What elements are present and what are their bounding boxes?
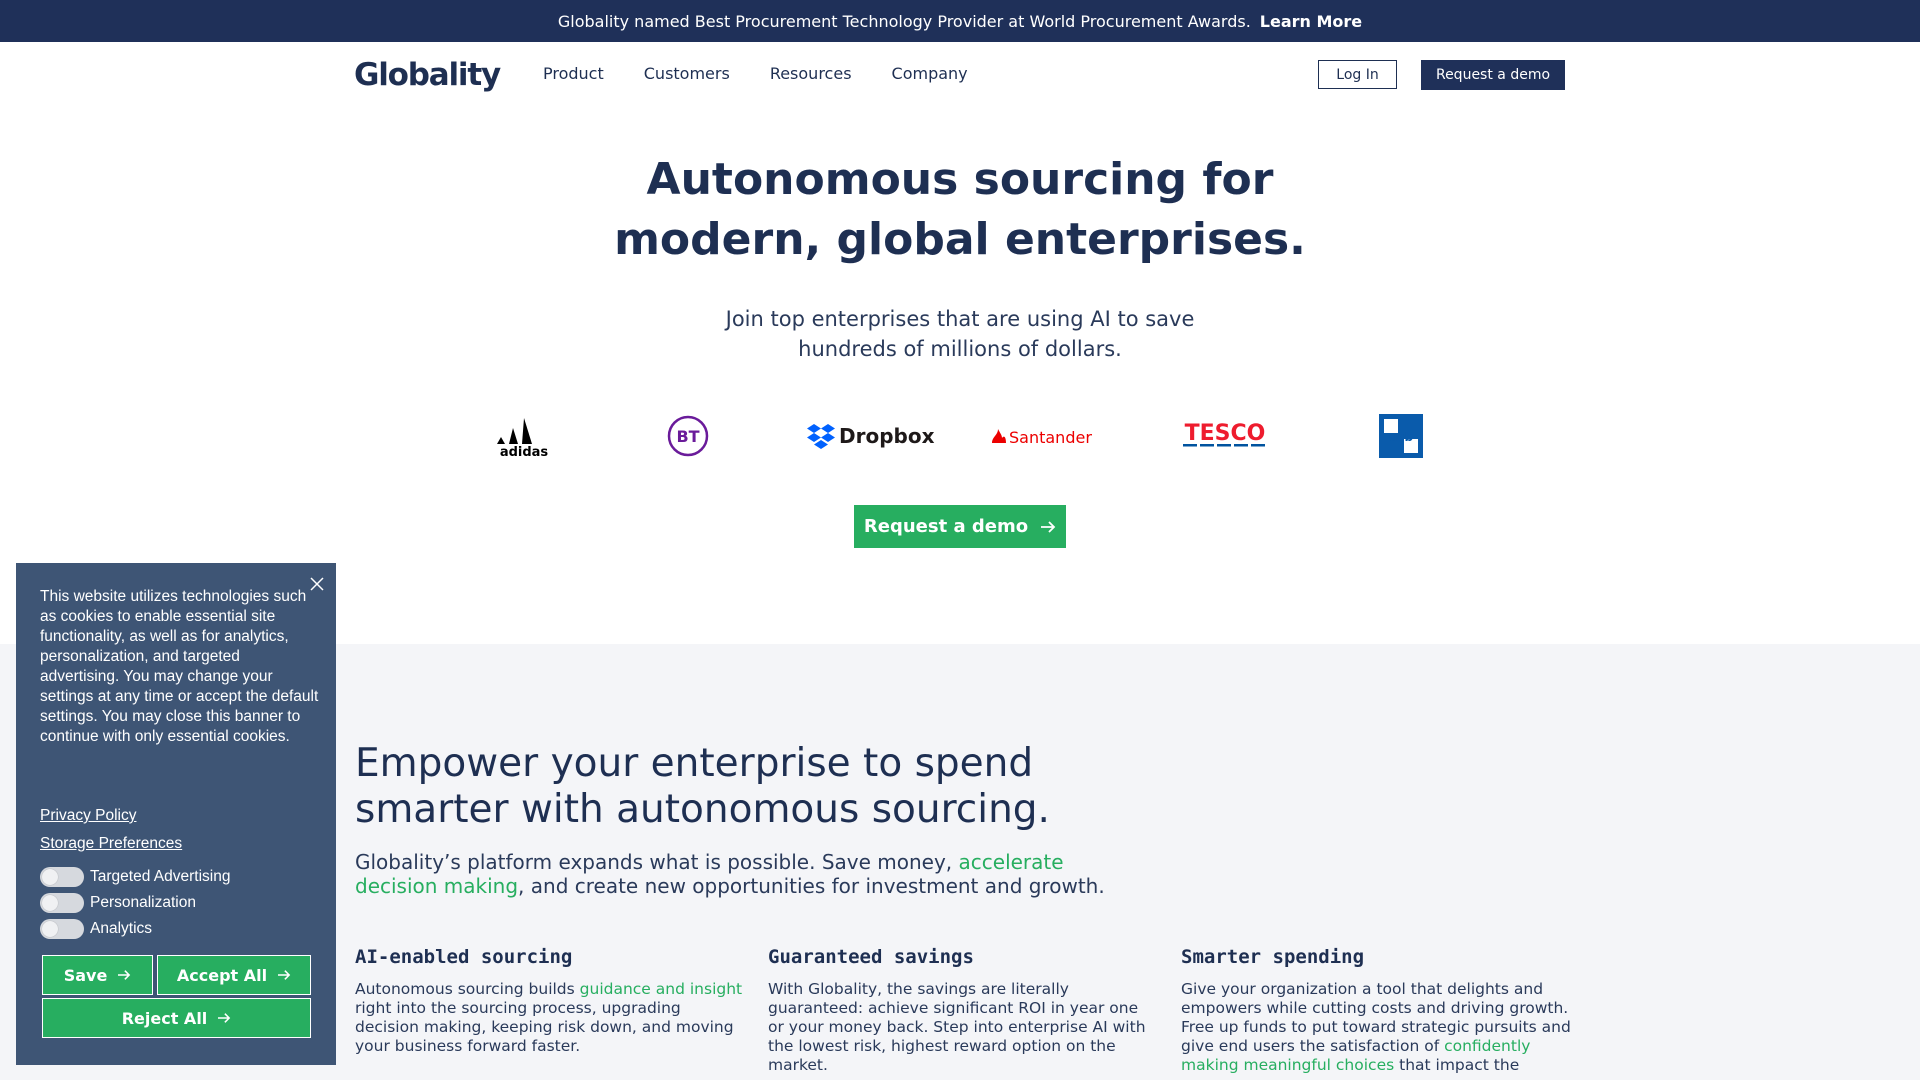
storage-preferences-link[interactable]: Storage Preferences [40,835,182,853]
arrow-right-icon [278,970,291,980]
feature-text-savings: With Globality, the savings are literall… [768,980,1146,1074]
features-description-text-end: , and create new opportunities for inves… [518,874,1105,898]
arrow-right-icon [118,970,131,980]
nav-menu: Product Customers Resources Company [543,64,1008,83]
request-demo-nav-button[interactable]: Request a demo [1421,60,1565,90]
feature-text-spending-end: that impact the [1394,1056,1520,1074]
tesco-logo: TESCO [1180,408,1270,464]
feature-title-savings: Guaranteed savings [768,946,974,968]
ucb-logo: ucb [1376,408,1426,464]
santander-logo: Santander [988,408,1108,464]
hero-subtitle-line-2: hundreds of millions of dollars. [798,337,1122,361]
arrow-right-icon [218,1013,231,1023]
request-demo-hero-button[interactable]: Request a demo [854,505,1066,548]
hero-title: Autonomous sourcing for modern, global e… [560,150,1360,270]
request-demo-hero-label: Request a demo [863,516,1029,537]
toggle-switch[interactable] [40,867,84,887]
features-title: Empower your enterprise to spend smarter… [355,741,1050,832]
announcement-bar: Globality named Best Procurement Technol… [0,0,1920,42]
features-description-text: Globality’s platform expands what is pos… [355,850,959,874]
nav-item-product[interactable]: Product [543,64,604,83]
nav-item-resources[interactable]: Resources [770,64,852,83]
save-label: Save [63,965,108,985]
nav-item-company[interactable]: Company [892,64,968,83]
ucb-wordmark: ucb [1389,430,1414,444]
toggle-targeted-advertising[interactable]: Targeted Advertising [40,867,230,887]
feature-column-spending: Smarter spending Give your organization … [1181,946,1571,1075]
toggle-analytics[interactable]: Analytics [40,919,152,939]
toggle-switch[interactable] [40,893,84,913]
nav-item-customers[interactable]: Customers [644,64,730,83]
hero-subtitle: Join top enterprises that are using AI t… [660,304,1260,364]
privacy-policy-link[interactable]: Privacy Policy [40,807,136,825]
hero-subtitle-line-1: Join top enterprises that are using AI t… [725,307,1195,331]
cookie-text: This website utilizes technologies such … [40,588,319,745]
learn-more-link[interactable]: Learn More [1260,12,1362,31]
hero-title-line-1: Autonomous sourcing for [646,154,1274,205]
globality-logo[interactable]: Globality [354,57,501,93]
bt-logo: BT [663,408,713,464]
feature-column-ai: AI-enabled sourcing Autonomous sourcing … [355,946,745,1056]
toggle-label: Personalization [90,894,196,911]
login-button[interactable]: Log In [1318,60,1397,89]
feature-text-ai-start: Autonomous sourcing builds [355,980,580,998]
reject-label: Reject All [121,1008,208,1028]
tesco-wordmark: TESCO [1185,421,1266,446]
toggle-switch[interactable] [40,919,84,939]
adidas-wordmark: adidas [500,445,549,458]
adidas-logo: adidas [484,408,564,464]
dropbox-wordmark: Dropbox [839,424,935,448]
arrow-right-icon [1041,520,1056,533]
main-nav: Globality Product Customers Resources Co… [0,42,1920,106]
features-description: Globality’s platform expands what is pos… [355,850,1115,898]
feature-text-ai: Autonomous sourcing builds guidance and … [355,980,745,1056]
feature-text-ai-end: right into the sourcing process, upgradi… [355,999,734,1055]
santander-wordmark: Santander [1009,428,1092,447]
feature-title-ai: AI-enabled sourcing [355,946,573,968]
feature-column-savings: Guaranteed savings With Globality, the s… [768,946,1158,1075]
customer-logos: adidas BT Dropbox Santander TESCO ucb [440,408,1480,464]
toggle-label: Analytics [90,920,153,937]
toggle-label: Targeted Advertising [90,868,231,885]
announcement-text: Globality named Best Procurement Technol… [557,11,1251,31]
dropbox-logo: Dropbox [806,408,936,464]
accept-label: Accept All [176,965,268,985]
cookie-save-button[interactable]: Save [42,955,153,995]
hero-title-line-2: modern, global enterprises. [614,214,1306,265]
cookie-accept-all-button[interactable]: Accept All [157,955,311,995]
feature-title-spending: Smarter spending [1181,946,1365,968]
guidance-insight-link[interactable]: guidance and insight [580,980,742,998]
bt-wordmark: BT [676,427,699,446]
cookie-banner: This website utilizes technologies such … [16,563,336,1065]
cookie-reject-all-button[interactable]: Reject All [42,998,311,1038]
toggle-personalization[interactable]: Personalization [40,893,196,913]
feature-text-spending: Give your organization a tool that delig… [1181,980,1571,1075]
